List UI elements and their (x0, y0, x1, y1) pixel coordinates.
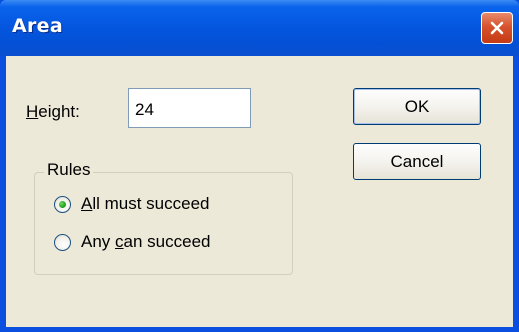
radio-button-unselected[interactable] (54, 233, 71, 251)
radio-all-must-succeed[interactable]: All must succeed (54, 194, 210, 214)
height-input[interactable] (128, 88, 251, 128)
title-bar[interactable]: Area (0, 0, 519, 56)
radio-button-selected[interactable] (54, 195, 71, 213)
rules-group-label: Rules (44, 160, 94, 180)
ok-button[interactable]: OK (353, 88, 481, 125)
cancel-button[interactable]: Cancel (353, 143, 481, 180)
radio-label: Any can succeed (81, 232, 211, 251)
rules-groupbox (34, 172, 293, 275)
height-label: Height: (26, 102, 80, 121)
dialog-body: Height: OK Cancel Rules All must succeed… (6, 56, 513, 327)
close-icon (489, 20, 505, 36)
dialog-title: Area (12, 15, 63, 37)
radio-dot (59, 200, 66, 208)
radio-label: All must succeed (81, 194, 210, 213)
radio-any-can-succeed[interactable]: Any can succeed (54, 232, 210, 252)
close-button[interactable] (481, 12, 513, 44)
area-dialog: Area Height: OK Cancel Rules All must su… (0, 0, 519, 332)
